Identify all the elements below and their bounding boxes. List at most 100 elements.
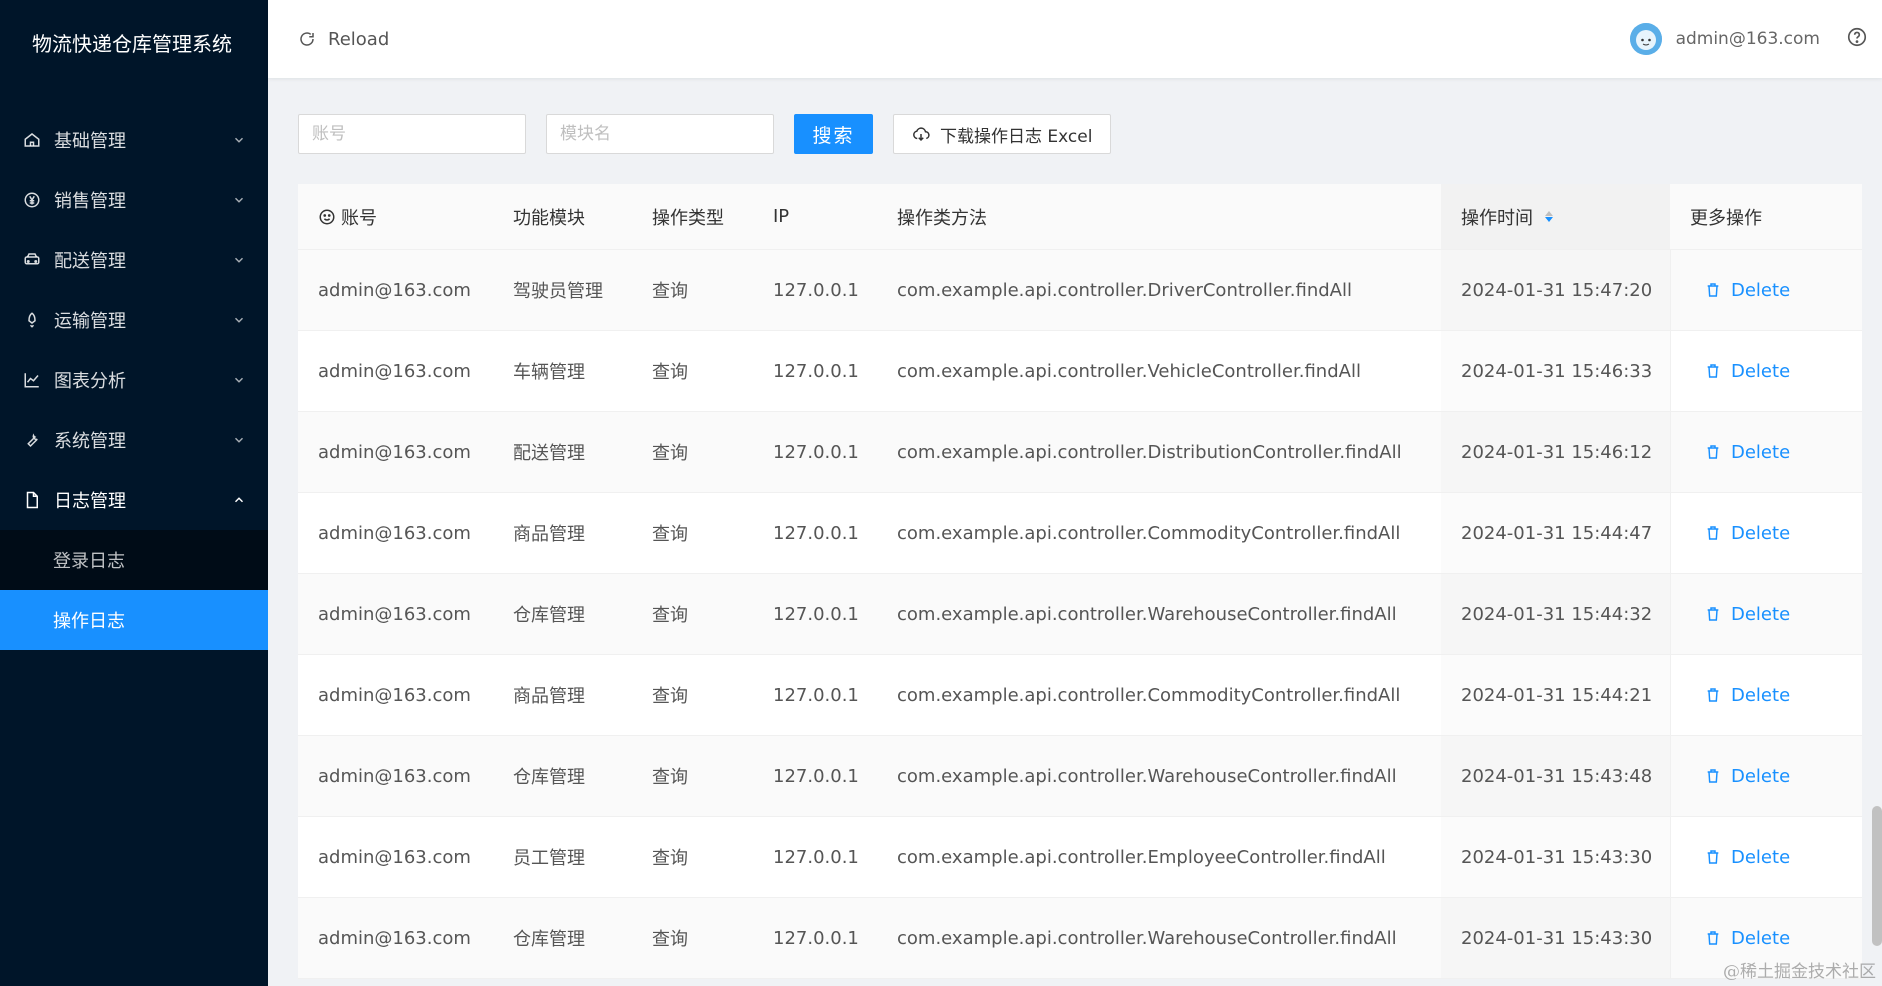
scrollbar[interactable] xyxy=(1872,806,1882,946)
delete-label: Delete xyxy=(1731,927,1791,949)
cell-time: 2024-01-31 15:43:30 xyxy=(1461,927,1653,949)
cell-module: 仓库管理 xyxy=(513,929,585,950)
cell-actions: Delete xyxy=(1670,574,1862,654)
car-icon xyxy=(22,250,42,270)
avatar[interactable] xyxy=(1629,23,1662,55)
cell-time: 2024-01-31 15:43:30 xyxy=(1461,846,1653,868)
logs-submenu: 登录日志 操作日志 xyxy=(0,530,268,650)
cell-method: com.example.api.controller.DistributionC… xyxy=(897,441,1402,463)
sidebar-item-label: 图表分析 xyxy=(54,371,126,392)
table-row: admin@163.com 仓库管理 查询 127.0.0.1 com.example.… xyxy=(298,736,1862,817)
cell-actions: Delete xyxy=(1670,412,1862,492)
account-input[interactable] xyxy=(298,114,526,154)
table-row: admin@163.com 仓库管理 查询 127.0.0.1 com.example.… xyxy=(298,898,1862,979)
cell-type: 查询 xyxy=(652,929,688,950)
cell-type: 查询 xyxy=(652,605,688,626)
column-label: 操作时间 xyxy=(1461,207,1533,229)
reload-icon xyxy=(300,32,314,46)
sort-icon[interactable] xyxy=(1545,211,1553,222)
delete-button[interactable]: Delete xyxy=(1705,928,1790,949)
chevron-down-icon xyxy=(232,313,246,327)
trash-icon xyxy=(1707,607,1719,621)
line-chart-icon xyxy=(22,370,42,390)
cell-method: com.example.api.controller.EmployeeContr… xyxy=(897,846,1386,868)
reload-label: Reload xyxy=(328,28,390,50)
cell-ip: 127.0.0.1 xyxy=(773,522,859,544)
cell-type: 查询 xyxy=(652,848,688,869)
rocket-icon xyxy=(22,310,42,330)
column-header-method: 操作类方法 xyxy=(897,207,987,229)
cell-ip: 127.0.0.1 xyxy=(773,441,859,463)
cell-actions: Delete xyxy=(1670,250,1862,330)
delete-label: Delete xyxy=(1731,360,1791,382)
sidebar-item-basic[interactable]: 基础管理 xyxy=(0,110,268,170)
trash-icon xyxy=(1707,445,1719,459)
cell-module: 仓库管理 xyxy=(513,767,585,788)
cell-ip: 127.0.0.1 xyxy=(773,279,859,301)
sidebar-item-distribution[interactable]: 配送管理 xyxy=(0,230,268,290)
search-button[interactable]: 搜索 xyxy=(794,114,873,154)
download-excel-button[interactable]: 下载操作日志 Excel xyxy=(893,114,1112,154)
table-header: 账号 功能模块 操作类型 IP 操作类方法 操作时间 更多操作 xyxy=(298,184,1862,250)
chevron-down-icon xyxy=(232,253,246,267)
chevron-down-icon xyxy=(232,373,246,387)
delete-button[interactable]: Delete xyxy=(1705,523,1790,544)
cell-ip: 127.0.0.1 xyxy=(773,846,859,868)
delete-button[interactable]: Delete xyxy=(1705,766,1790,787)
filter-bar: 搜索 下载操作日志 Excel xyxy=(298,114,1862,154)
cell-module: 配送管理 xyxy=(513,443,585,464)
table-row: admin@163.com 商品管理 查询 127.0.0.1 com.example.… xyxy=(298,655,1862,736)
cell-type: 查询 xyxy=(652,524,688,545)
sidebar-item-charts[interactable]: 图表分析 xyxy=(0,350,268,410)
delete-button[interactable]: Delete xyxy=(1705,604,1790,625)
delete-button[interactable]: Delete xyxy=(1705,361,1790,382)
sidebar-item-label: 销售管理 xyxy=(54,191,126,212)
module-input[interactable] xyxy=(546,114,774,154)
cell-ip: 127.0.0.1 xyxy=(773,360,859,382)
delete-button[interactable]: Delete xyxy=(1705,280,1790,301)
cell-actions: Delete xyxy=(1670,655,1862,735)
column-header-time[interactable]: 操作时间 xyxy=(1441,184,1670,249)
cell-type: 查询 xyxy=(652,443,688,464)
cell-time: 2024-01-31 15:47:20 xyxy=(1461,279,1653,301)
trash-icon xyxy=(1707,769,1719,783)
sidebar-item-system[interactable]: 系统管理 xyxy=(0,410,268,470)
watermark: @稀土掘金技术社区 xyxy=(1723,962,1876,982)
help-icon[interactable] xyxy=(1846,26,1868,52)
delete-button[interactable]: Delete xyxy=(1705,442,1790,463)
sidebar-item-operation-log[interactable]: 操作日志 xyxy=(0,590,268,650)
delete-button[interactable]: Delete xyxy=(1705,847,1790,868)
delete-label: Delete xyxy=(1731,522,1791,544)
trash-icon xyxy=(1707,283,1719,297)
cell-account: admin@163.com xyxy=(318,279,471,301)
cell-method: com.example.api.controller.WarehouseCont… xyxy=(897,765,1397,787)
cell-module: 仓库管理 xyxy=(513,605,585,626)
cloud-download-icon xyxy=(913,127,930,142)
cell-ip: 127.0.0.1 xyxy=(773,765,859,787)
sidebar-item-login-log[interactable]: 登录日志 xyxy=(0,530,268,590)
sidebar-item-transport[interactable]: 运输管理 xyxy=(0,290,268,350)
column-header-ip: IP xyxy=(773,206,790,227)
table-row: admin@163.com 商品管理 查询 127.0.0.1 com.example.… xyxy=(298,493,1862,574)
delete-button[interactable]: Delete xyxy=(1705,685,1790,706)
delete-label: Delete xyxy=(1731,846,1791,868)
user-email[interactable]: admin@163.com xyxy=(1676,29,1820,49)
cell-account: admin@163.com xyxy=(318,684,471,706)
column-header-account: 账号 xyxy=(298,184,493,249)
trash-icon xyxy=(1707,850,1719,864)
cell-time: 2024-01-31 15:43:48 xyxy=(1461,765,1653,787)
cell-actions: Delete xyxy=(1670,736,1862,816)
cell-type: 查询 xyxy=(652,362,688,383)
cell-ip: 127.0.0.1 xyxy=(773,603,859,625)
cell-method: com.example.api.controller.CommodityCont… xyxy=(897,684,1401,706)
table-row: admin@163.com 车辆管理 查询 127.0.0.1 com.example.… xyxy=(298,331,1862,412)
sidebar-item-sales[interactable]: 销售管理 xyxy=(0,170,268,230)
reload-button[interactable]: Reload xyxy=(298,29,389,50)
chevron-down-icon xyxy=(232,193,246,207)
sidebar-item-logs[interactable]: 日志管理 xyxy=(0,470,268,530)
cell-method: com.example.api.controller.DriverControl… xyxy=(897,279,1352,301)
cell-account: admin@163.com xyxy=(318,603,471,625)
cell-account: admin@163.com xyxy=(318,441,471,463)
trash-icon xyxy=(1707,526,1719,540)
yen-icon xyxy=(22,190,42,210)
